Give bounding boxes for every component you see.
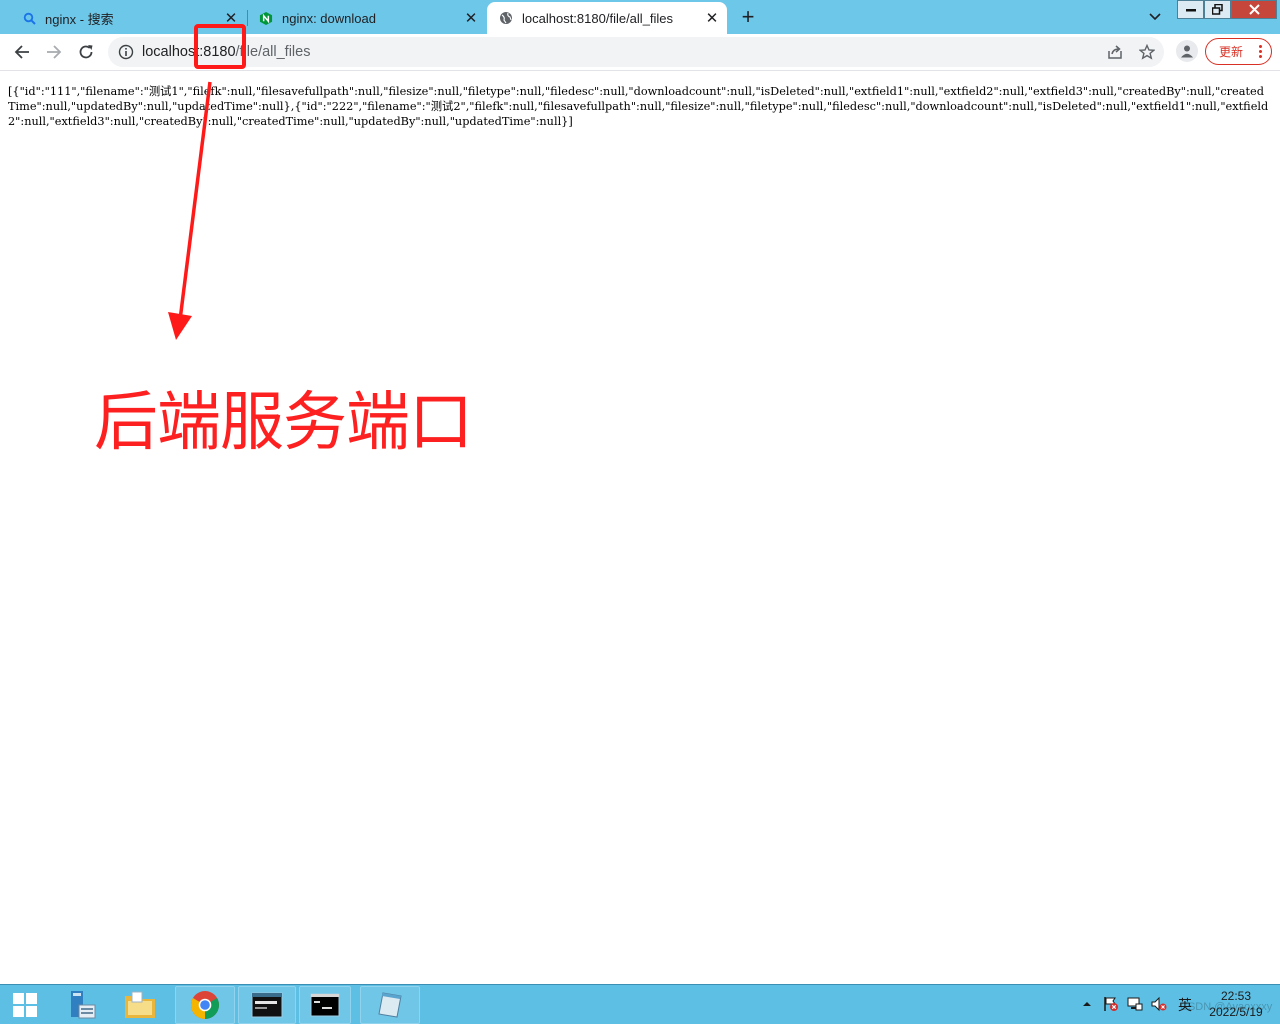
minimize-button[interactable] xyxy=(1177,0,1204,19)
file-explorer-icon[interactable] xyxy=(113,986,167,1024)
port-highlight-box xyxy=(194,24,246,69)
clock-time: 22:53 xyxy=(1220,989,1252,1003)
tab-close-icon[interactable]: ✕ xyxy=(462,9,480,27)
update-label: 更新 xyxy=(1219,45,1244,59)
update-button[interactable]: 更新 xyxy=(1205,38,1272,65)
clock-date: 2022/5/19 xyxy=(1209,1005,1263,1019)
server-manager-icon[interactable] xyxy=(58,986,104,1024)
chrome-icon[interactable] xyxy=(175,986,235,1024)
network-icon[interactable] xyxy=(1127,996,1143,1012)
restore-button[interactable] xyxy=(1204,0,1231,19)
search-icon xyxy=(22,11,36,25)
address-bar[interactable]: localhost:8180/file/all_files xyxy=(108,37,1164,67)
share-icon[interactable] xyxy=(1106,43,1124,61)
tab-title: localhost:8180/file/all_files xyxy=(522,10,674,26)
profile-avatar-icon[interactable] xyxy=(1176,40,1198,62)
reload-icon[interactable] xyxy=(75,41,97,63)
annotation-arrow-icon xyxy=(168,81,212,340)
browser-toolbar: localhost:8180/file/all_files 更新 xyxy=(0,34,1280,71)
close-window-button[interactable] xyxy=(1231,0,1277,19)
volume-muted-icon[interactable] xyxy=(1151,996,1167,1012)
globe-icon xyxy=(499,11,513,25)
nginx-icon xyxy=(259,11,273,25)
new-tab-button[interactable]: + xyxy=(737,6,759,28)
back-icon[interactable] xyxy=(11,41,33,63)
menu-dots-icon xyxy=(1259,45,1262,58)
tab-title: nginx: download xyxy=(282,10,376,26)
tab-localhost-files[interactable]: localhost:8180/file/all_files ✕ xyxy=(487,2,727,34)
notepad-icon[interactable] xyxy=(360,986,420,1024)
url-path: /file/all_files xyxy=(235,44,311,60)
annotation-label: 后端服务端口 xyxy=(94,386,473,460)
forward-icon[interactable] xyxy=(43,41,65,63)
site-info-icon[interactable] xyxy=(118,44,134,60)
tab-search-chevron-icon[interactable] xyxy=(1146,8,1164,26)
bookmark-star-icon[interactable] xyxy=(1138,43,1156,61)
cmd-icon[interactable] xyxy=(299,986,351,1024)
show-hidden-icons-icon[interactable] xyxy=(1079,996,1095,1012)
action-center-flag-icon[interactable] xyxy=(1103,996,1119,1012)
tab-nginx-download[interactable]: nginx: download ✕ xyxy=(248,2,486,34)
tab-strip: nginx - 搜索 ✕ nginx: download ✕ localhost… xyxy=(0,0,1280,34)
windows-start-icon[interactable] xyxy=(4,986,46,1024)
tab-close-icon[interactable]: ✕ xyxy=(703,9,721,27)
system-clock[interactable]: 22:53 2022/5/19 xyxy=(1198,988,1274,1020)
windows-taskbar: 英 CSDN @Ayaoxxxy 22:53 2022/5/19 xyxy=(0,984,1280,1024)
mysql-icon[interactable] xyxy=(238,986,296,1024)
